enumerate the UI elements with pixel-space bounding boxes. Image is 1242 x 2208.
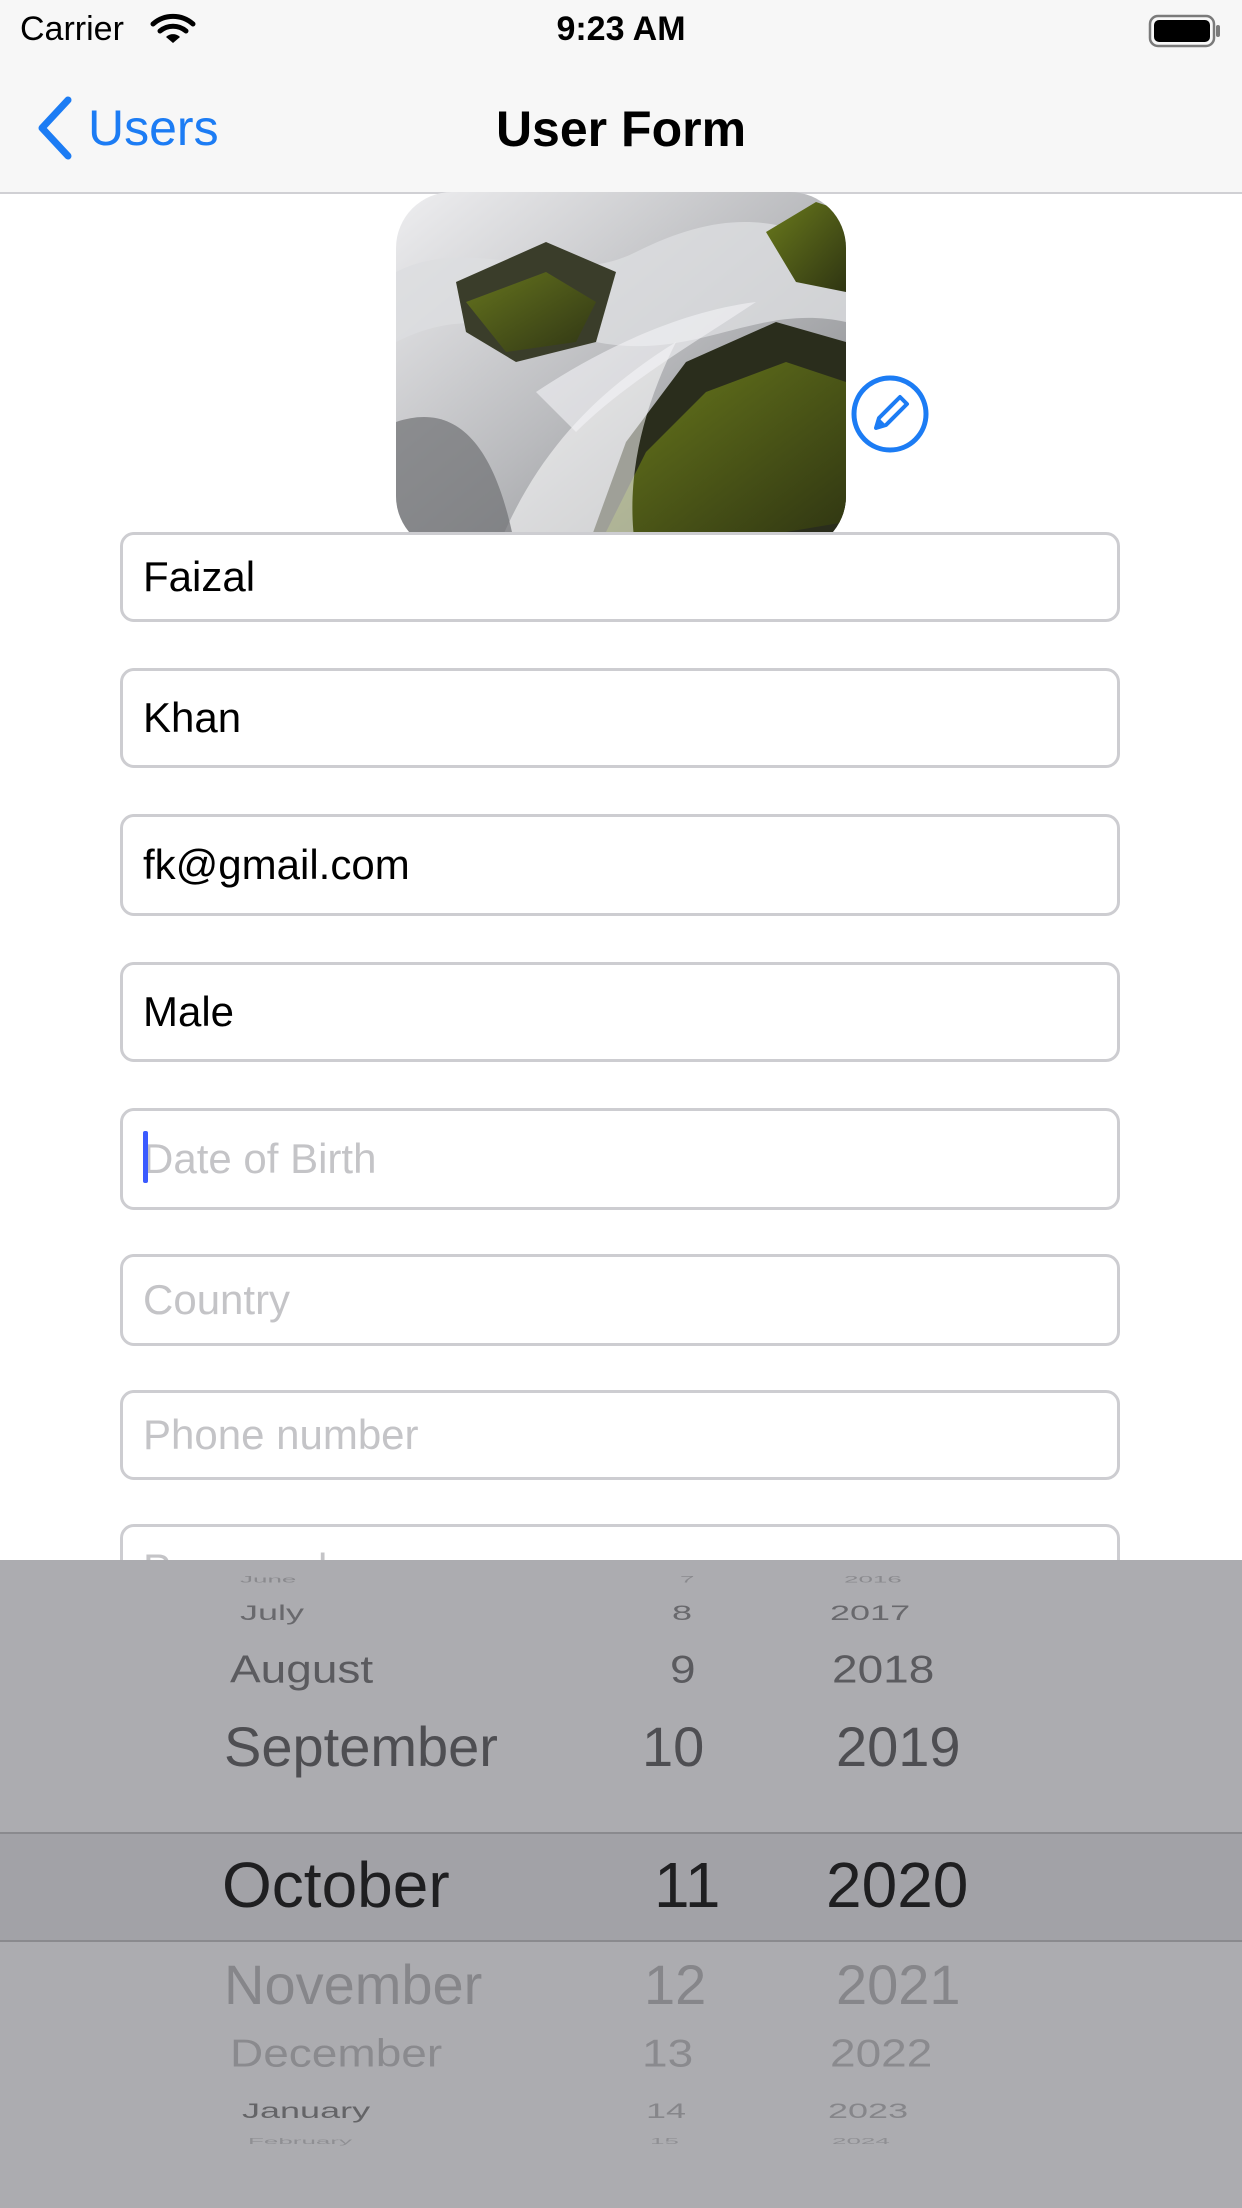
first-name-input[interactable]	[123, 535, 1117, 619]
battery-icon	[1148, 14, 1222, 53]
picker-month-option: August	[230, 1646, 374, 1692]
picker-day-option: 9	[670, 1646, 696, 1692]
picker-year-option: 2024	[832, 2136, 890, 2146]
navigation-bar: Users User Form	[0, 64, 1242, 194]
picker-year-option: 2021	[836, 1953, 961, 2016]
date-of-birth-input[interactable]	[123, 1111, 1117, 1207]
email-field[interactable]	[120, 814, 1120, 916]
pencil-circle-icon	[851, 375, 929, 453]
picker-day-option: 8	[672, 1600, 693, 1625]
picker-year-option: 2018	[832, 1646, 935, 1692]
picker-year-option: 2016	[844, 1574, 902, 1585]
picker-year-selected[interactable]: 2020	[826, 1848, 968, 1922]
picker-day-option: 10	[642, 1715, 705, 1778]
picker-year-option: 2022	[830, 2030, 933, 2076]
picker-year-option: 2023	[828, 2098, 909, 2123]
picker-month-option: June	[240, 1574, 297, 1585]
first-name-field[interactable]	[120, 532, 1120, 622]
picker-day-selected[interactable]: 11	[654, 1848, 720, 1922]
text-cursor	[143, 1131, 148, 1183]
picker-month-selected[interactable]: October	[222, 1848, 450, 1922]
month-wheel[interactable]: June July August September October Novem…	[0, 1560, 570, 2208]
day-wheel[interactable]: 7 8 9 10 11 12 13 14 15	[570, 1560, 770, 2208]
status-bar: Carrier 9:23 AM	[0, 0, 1242, 64]
date-of-birth-field[interactable]	[120, 1108, 1120, 1210]
clock: 9:23 AM	[556, 10, 686, 48]
picker-day-option: 12	[644, 1953, 707, 2016]
gender-field[interactable]	[120, 962, 1120, 1062]
page-title: User Form	[495, 101, 747, 157]
last-name-input[interactable]	[123, 671, 1117, 765]
picker-month-option: February	[248, 2136, 353, 2146]
picker-day-option: 15	[650, 2136, 679, 2146]
picker-year-option: 2017	[830, 1600, 911, 1625]
gender-input[interactable]	[123, 965, 1117, 1059]
last-name-field[interactable]	[120, 668, 1120, 768]
country-input[interactable]	[123, 1257, 1117, 1343]
picker-day-option: 7	[680, 1574, 695, 1585]
picker-year-option: 2019	[836, 1715, 961, 1778]
year-wheel[interactable]: 2016 2017 2018 2019 2020 2021 2022 2023 …	[770, 1560, 1242, 2208]
phone-number-field[interactable]	[120, 1390, 1120, 1480]
picker-day-option: 13	[642, 2030, 694, 2076]
date-picker[interactable]: June July August September October Novem…	[0, 1560, 1242, 2208]
email-input[interactable]	[123, 817, 1117, 913]
edit-photo-button[interactable]	[850, 374, 930, 454]
picker-month-option: July	[240, 1600, 305, 1625]
picker-month-option: December	[230, 2030, 443, 2076]
phone-number-input[interactable]	[123, 1393, 1117, 1477]
country-field[interactable]	[120, 1254, 1120, 1346]
picker-day-option: 14	[646, 2098, 687, 2123]
picker-month-option: November	[224, 1953, 483, 2016]
user-avatar-photo	[396, 192, 846, 552]
picker-month-option: January	[242, 2098, 371, 2123]
picker-month-option: September	[224, 1715, 498, 1778]
